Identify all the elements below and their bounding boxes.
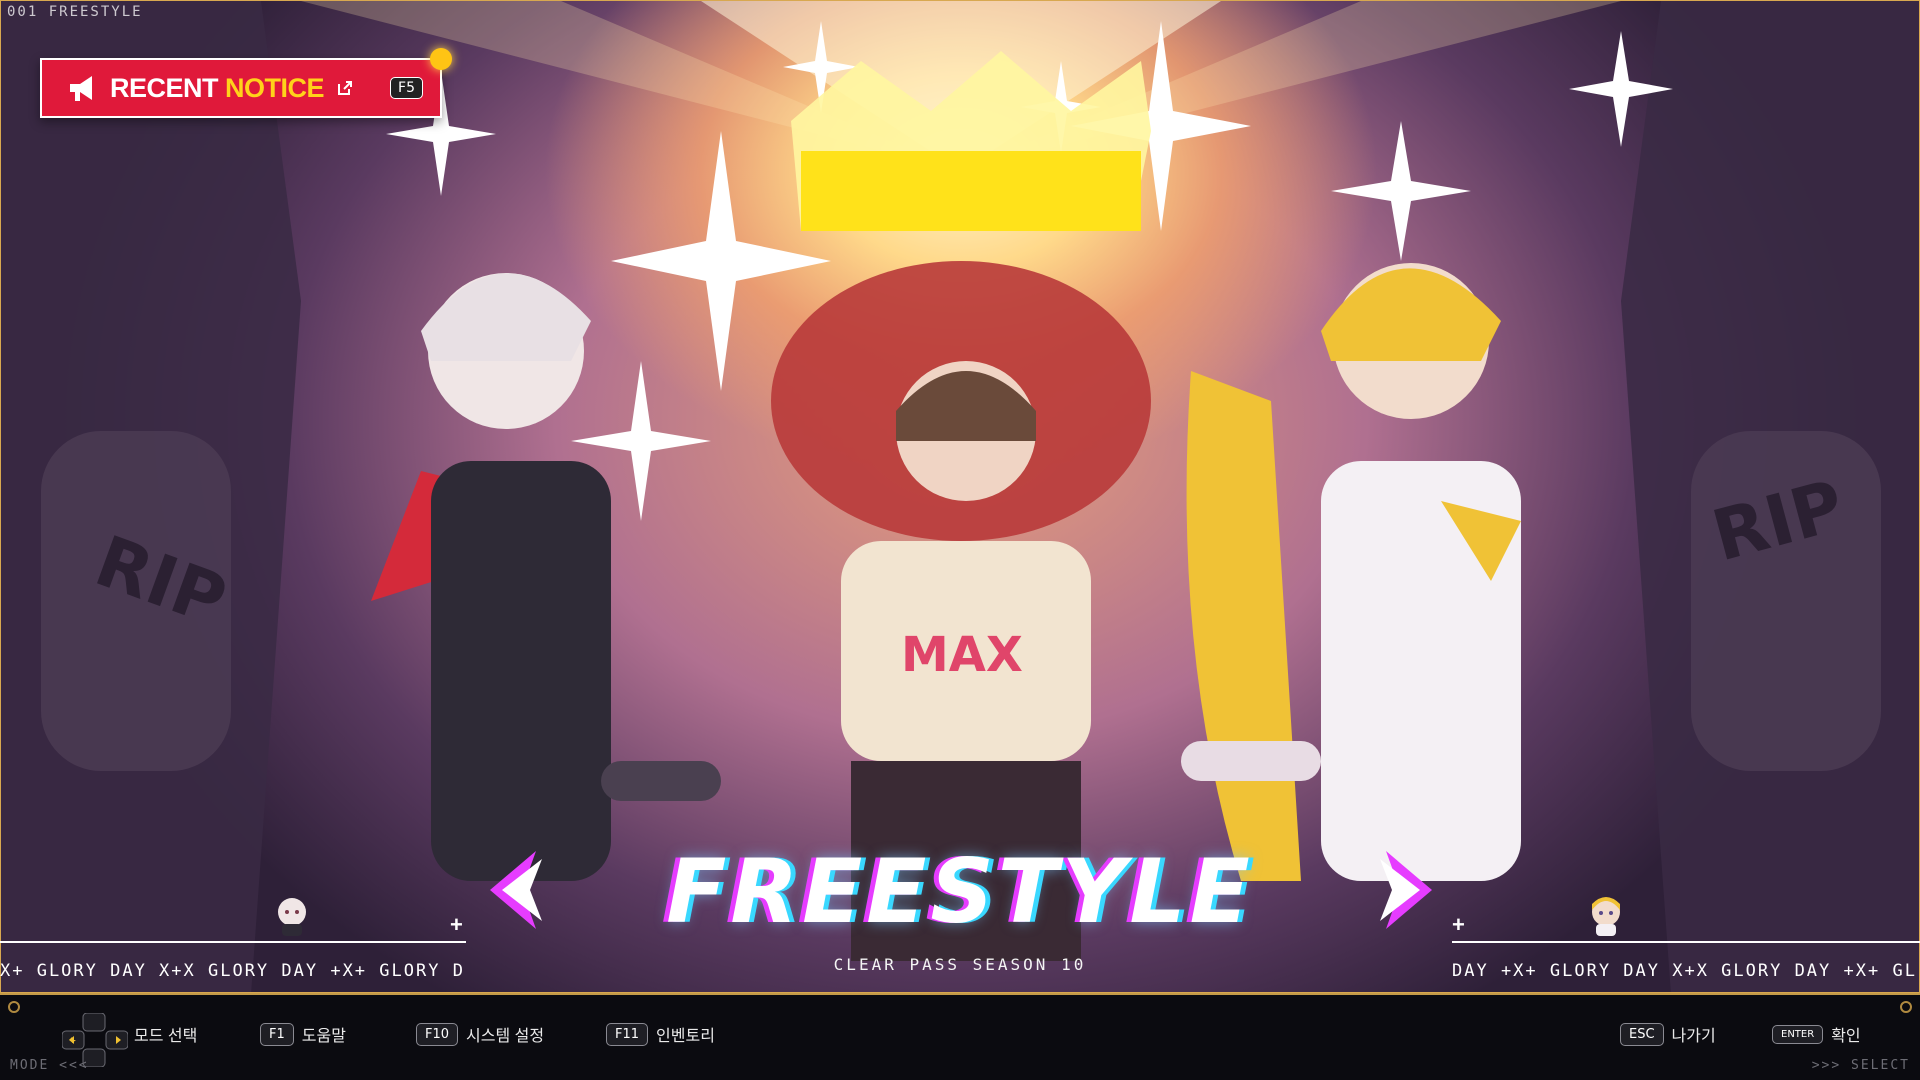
exit-control[interactable]: ESC 나가기 — [1620, 1022, 1716, 1046]
notice-label-notice: NOTICE — [225, 72, 325, 103]
inventory-control[interactable]: F11 인벤토리 — [606, 1022, 715, 1046]
mode-hint: MODE <<< — [10, 1058, 89, 1073]
notice-badge — [430, 48, 452, 70]
inventory-key: F11 — [606, 1022, 649, 1046]
scene-label: 001 FREESTYLE — [7, 4, 143, 20]
mode-title: FREESTYLE — [666, 840, 1254, 943]
plus-marker-left: + — [450, 912, 463, 937]
plus-marker-right: + — [1452, 912, 1465, 937]
enter-key: ENTER — [1772, 1024, 1824, 1044]
mode-select-control[interactable]: 모드 선택 — [134, 1022, 197, 1046]
chibi-left-icon — [278, 898, 306, 936]
corner-marker — [8, 1001, 20, 1013]
exit-label: 나가기 — [1671, 1028, 1716, 1045]
help-control[interactable]: F1 도움말 — [260, 1022, 346, 1046]
settings-control[interactable]: F10 시스템 설정 — [416, 1022, 544, 1046]
ticker-left: X+ GLORY DAY X+X GLORY DAY +X+ GLORY D — [0, 941, 466, 991]
help-label: 도움말 — [301, 1028, 346, 1045]
help-key: F1 — [260, 1022, 294, 1046]
notice-label: RECENT NOTICE — [110, 72, 325, 104]
prev-mode-arrow-icon[interactable] — [480, 845, 550, 935]
confirm-control[interactable]: ENTER 확인 — [1772, 1022, 1861, 1046]
inventory-label: 인벤토리 — [656, 1028, 715, 1045]
settings-label: 시스템 설정 — [466, 1028, 545, 1045]
next-mode-arrow-icon[interactable] — [1372, 845, 1442, 935]
corner-marker — [1900, 1001, 1912, 1013]
mode-select-label: 모드 선택 — [134, 1028, 198, 1045]
svg-text:MAX: MAX — [901, 627, 1023, 683]
season-subtitle: CLEAR PASS SEASON 10 — [833, 955, 1087, 974]
exit-key: ESC — [1620, 1022, 1664, 1046]
select-hint: >>> SELECT — [1811, 1058, 1910, 1073]
notice-label-recent: RECENT — [110, 72, 219, 103]
recent-notice-button[interactable]: RECENT NOTICE F5 — [40, 48, 452, 118]
megaphone-icon — [70, 76, 92, 101]
confirm-label: 확인 — [1831, 1028, 1861, 1045]
chibi-right-icon — [1592, 897, 1620, 936]
settings-key: F10 — [416, 1022, 459, 1046]
notice-hotkey: F5 — [390, 77, 424, 99]
ticker-right: DAY +X+ GLORY DAY X+X GLORY DAY +X+ GL — [1452, 941, 1920, 991]
external-link-icon — [338, 81, 353, 95]
